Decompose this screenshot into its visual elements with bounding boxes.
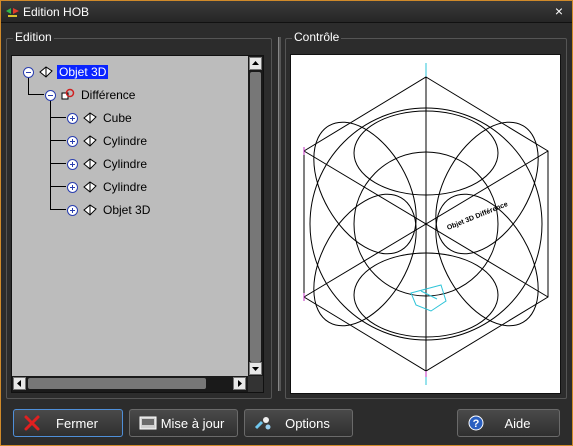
expand-icon[interactable] [67, 204, 78, 216]
tree-node-objet-3d-child[interactable]: Objet 3D [67, 201, 152, 219]
splitter[interactable] [278, 37, 281, 391]
options-button[interactable]: Options [244, 409, 353, 437]
expand-icon[interactable] [67, 135, 78, 147]
tree-node-label: Cylindre [103, 157, 148, 171]
expand-icon[interactable] [67, 181, 78, 193]
canvas-overlay-label: Objet 3D Différence [446, 201, 509, 232]
cylinder-icon [83, 181, 97, 193]
tree-panel: Objet 3D Différence Cube Cylindre Cylind [11, 55, 264, 393]
tree-node-cylindre-2[interactable]: Cylindre [67, 155, 149, 173]
horizontal-scrollbar[interactable] [12, 376, 249, 392]
vertical-scroll-thumb[interactable] [250, 72, 261, 362]
tree-node-label: Différence [81, 88, 136, 102]
cylinder-icon [83, 135, 97, 147]
tree-node-cube[interactable]: Cube [67, 109, 134, 127]
fermer-button[interactable]: Fermer [13, 409, 123, 437]
scroll-right-arrow-icon[interactable] [233, 377, 246, 390]
tree-node-difference[interactable]: Différence [45, 86, 137, 104]
close-button[interactable]: × [552, 4, 566, 18]
cube-icon [83, 112, 97, 124]
collapse-icon[interactable] [45, 89, 56, 101]
collapse-icon[interactable] [23, 66, 34, 78]
object-3d-icon [83, 204, 97, 216]
window-title: Edition HOB [23, 5, 90, 19]
scroll-down-arrow-icon[interactable] [249, 362, 262, 375]
controle-group-label: Contrôle [292, 30, 342, 44]
vertical-scrollbar[interactable] [248, 56, 263, 377]
difference-icon [61, 88, 75, 100]
app-icon [6, 8, 19, 17]
mise-a-jour-button[interactable]: Mise à jour [129, 409, 238, 437]
tree-node-objet-3d[interactable]: Objet 3D [23, 63, 109, 81]
expand-icon[interactable] [67, 158, 78, 170]
help-icon: ? [468, 415, 484, 431]
tree-node-cylindre-3[interactable]: Cylindre [67, 178, 149, 196]
close-x-icon [24, 415, 40, 431]
options-icon [254, 417, 271, 430]
mise-a-jour-label: Mise à jour [160, 415, 225, 431]
tree-node-label: Objet 3D [57, 65, 109, 79]
object-3d-icon [39, 66, 53, 78]
expand-icon[interactable] [67, 112, 78, 124]
title-bar[interactable]: Edition HOB × [1, 1, 572, 23]
scroll-corner [248, 376, 263, 392]
options-label: Options [285, 415, 330, 431]
dialog-window: Edition HOB × Edition Objet 3D Différenc… [0, 0, 573, 446]
scroll-up-arrow-icon[interactable] [249, 57, 262, 70]
tree-view[interactable]: Objet 3D Différence Cube Cylindre Cylind [12, 56, 249, 376]
cylinder-icon [83, 158, 97, 170]
aide-button[interactable]: ? Aide [457, 409, 560, 437]
hob-wireframe-drawing: Objet 3D Différence [303, 63, 549, 385]
tree-node-label: Cube [103, 111, 132, 125]
horizontal-scroll-thumb[interactable] [28, 378, 206, 389]
tree-node-cylindre-1[interactable]: Cylindre [67, 132, 149, 150]
update-icon [139, 416, 157, 430]
scroll-left-arrow-icon[interactable] [13, 377, 26, 390]
tree-node-label: Cylindre [103, 180, 148, 194]
tree-node-label: Objet 3D [103, 203, 151, 217]
tree-node-label: Cylindre [103, 134, 148, 148]
aide-label: Aide [504, 415, 531, 431]
edition-group-label: Edition [13, 30, 54, 44]
svg-text:?: ? [473, 418, 480, 430]
preview-canvas[interactable]: Objet 3D Différence [290, 54, 561, 394]
fermer-label: Fermer [56, 415, 98, 431]
